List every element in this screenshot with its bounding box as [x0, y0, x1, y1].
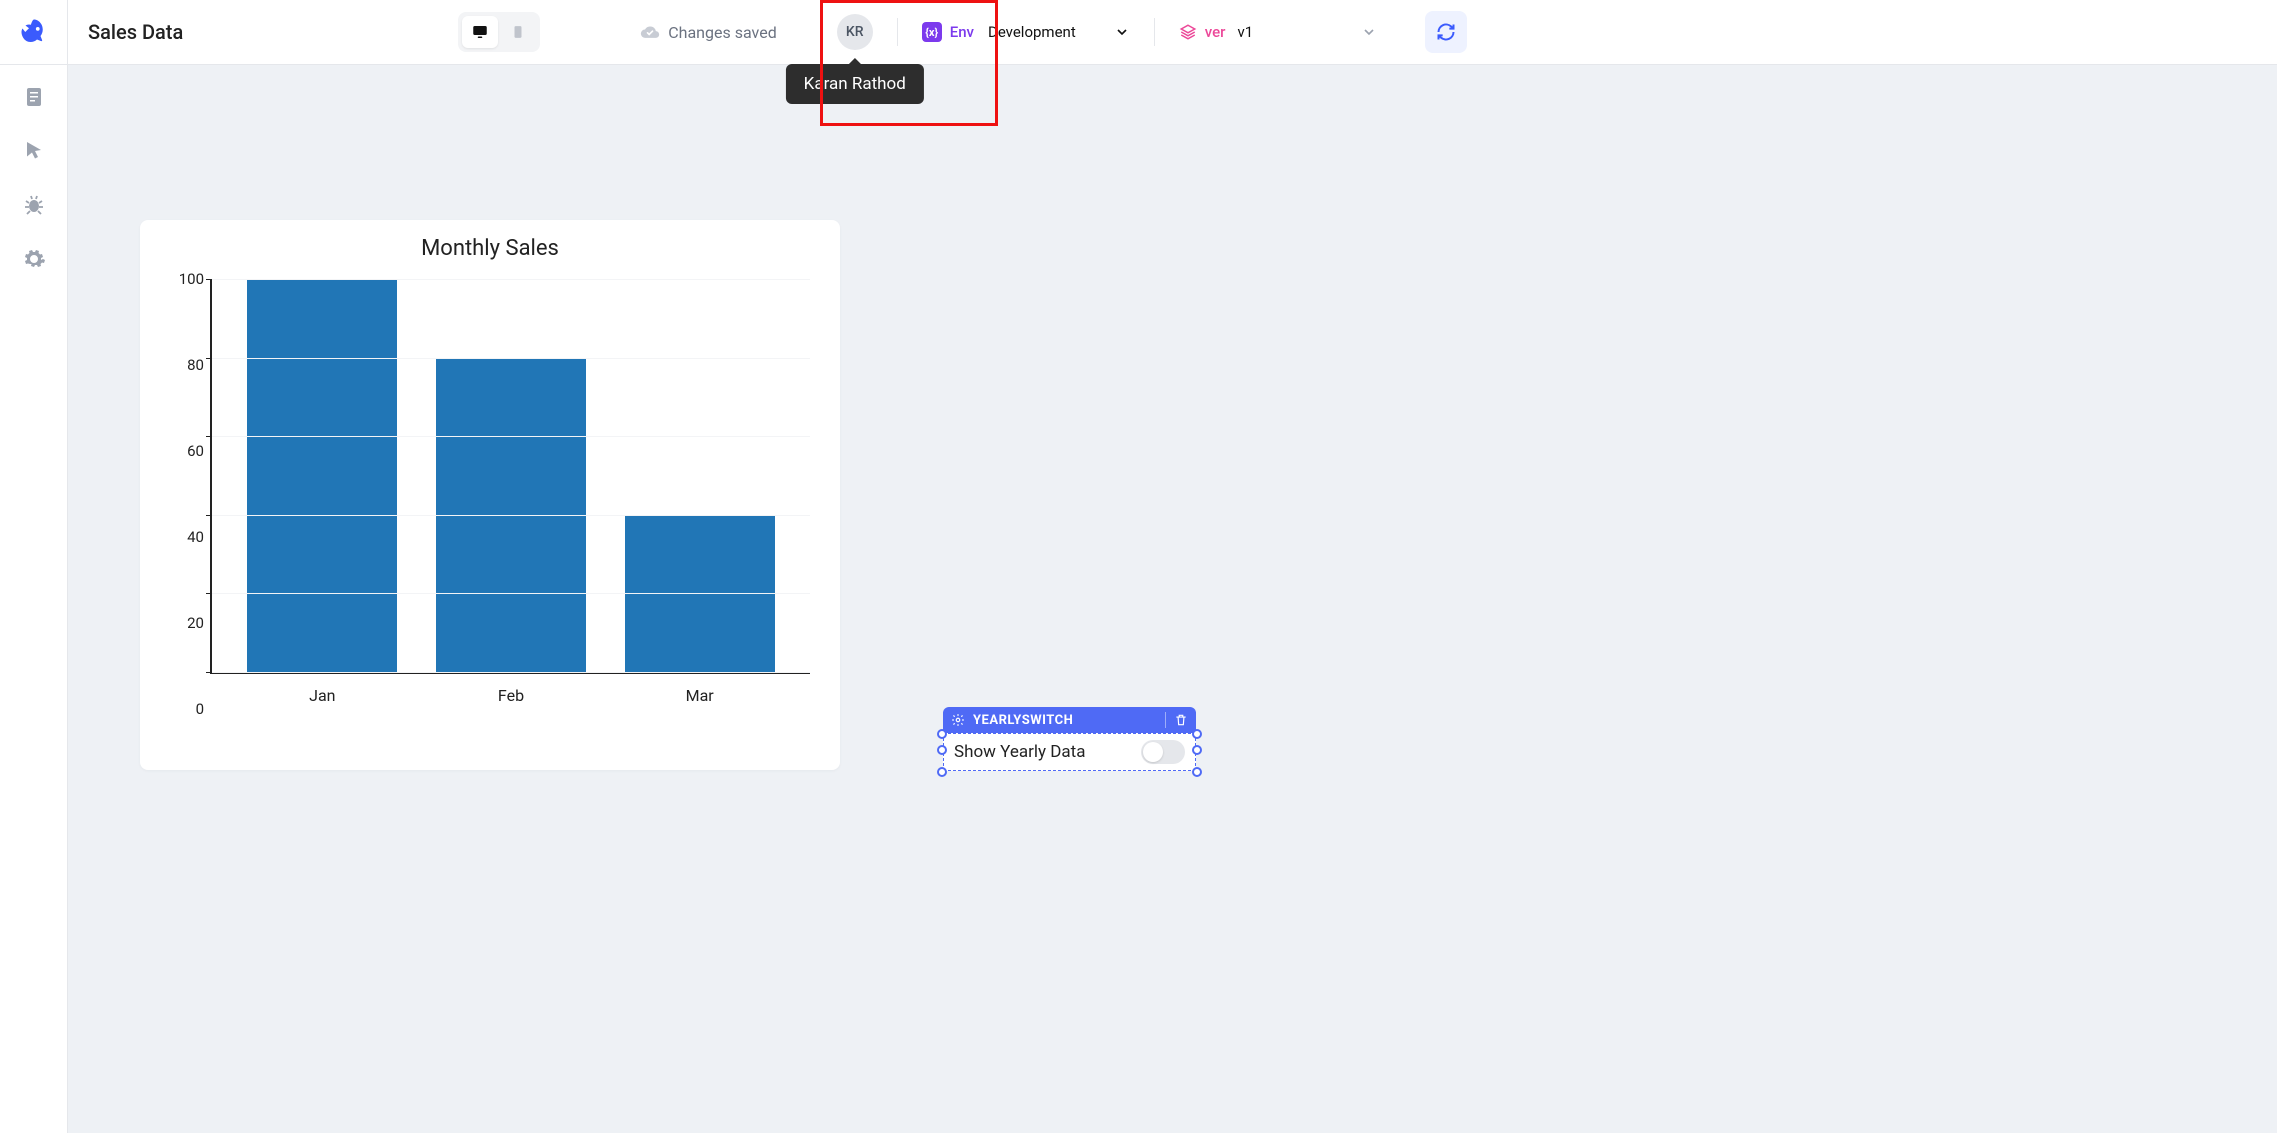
grid-line — [212, 358, 810, 359]
device-toggle — [458, 12, 540, 52]
resize-handle[interactable] — [937, 729, 947, 739]
grid-line — [212, 672, 810, 673]
y-tick-mark — [206, 279, 212, 280]
rocket-icon — [19, 17, 49, 47]
y-tick-label: 0 — [168, 700, 204, 718]
y-tick-mark — [206, 593, 212, 594]
refresh-button[interactable] — [1425, 11, 1467, 53]
cloud-check-icon — [640, 22, 660, 42]
sidebar — [0, 65, 68, 1133]
monitor-icon — [471, 23, 489, 41]
mobile-view-button[interactable] — [500, 16, 536, 48]
resize-handle[interactable] — [937, 745, 947, 755]
grid-line — [212, 279, 810, 280]
env-label: Env — [950, 23, 974, 41]
gear-icon — [951, 713, 965, 727]
avatar[interactable]: KR — [837, 14, 873, 50]
desktop-view-button[interactable] — [462, 16, 498, 48]
ver-value: v1 — [1237, 23, 1253, 41]
layers-icon — [1179, 23, 1197, 41]
y-tick-mark — [206, 436, 212, 437]
trash-icon[interactable] — [1174, 713, 1188, 727]
env-selector[interactable]: {x} Env Development — [922, 22, 1130, 42]
toggle-switch[interactable] — [1141, 740, 1185, 764]
x-tick-label: Jan — [247, 686, 397, 705]
widget-body: Show Yearly Data — [943, 733, 1196, 771]
bug-icon[interactable] — [22, 193, 46, 217]
env-badge-icon: {x} — [922, 22, 942, 42]
y-tick-label: 20 — [168, 614, 204, 632]
divider — [897, 18, 898, 46]
version-selector[interactable]: ver v1 — [1179, 23, 1377, 41]
cursor-icon[interactable] — [22, 139, 46, 163]
grid-line — [212, 436, 810, 437]
chevron-down-icon — [1361, 24, 1377, 40]
mobile-icon — [511, 23, 525, 41]
grid-line — [212, 515, 810, 516]
gear-icon[interactable] — [22, 247, 46, 271]
x-tick-label: Feb — [436, 686, 586, 705]
chart-area: JanFebMar 020406080100 — [210, 279, 810, 709]
y-tick-mark — [206, 515, 212, 516]
resize-handle[interactable] — [1192, 729, 1202, 739]
switch-widget-selected[interactable]: YEARLYSWITCH Show Yearly Data — [943, 707, 1196, 771]
switch-label: Show Yearly Data — [954, 742, 1085, 762]
divider — [1154, 18, 1155, 46]
save-status: Changes saved — [640, 22, 776, 42]
y-tick-label: 40 — [168, 528, 204, 546]
y-tick-label: 60 — [168, 442, 204, 460]
resize-handle[interactable] — [1192, 767, 1202, 777]
env-value: Development — [988, 23, 1076, 41]
resize-handle[interactable] — [937, 767, 947, 777]
y-tick-mark — [206, 358, 212, 359]
y-tick-label: 80 — [168, 356, 204, 374]
x-tick-label: Mar — [625, 686, 775, 705]
widget-header[interactable]: YEARLYSWITCH — [943, 707, 1196, 733]
chart-plot — [212, 279, 810, 672]
logo[interactable] — [0, 0, 68, 65]
page-icon[interactable] — [22, 85, 46, 109]
refresh-icon — [1436, 22, 1456, 42]
ver-label: ver — [1205, 23, 1226, 41]
canvas[interactable]: Monthly Sales Jan Feb Mar 0 20 40 60 80 100 YEA… — [68, 65, 2277, 1133]
widget-name: YEARLYSWITCH — [973, 713, 1073, 728]
app-title: Sales Data — [88, 20, 183, 44]
chart-title: Monthly Sales — [160, 236, 820, 261]
y-tick-label: 100 — [168, 270, 204, 288]
y-tick-mark — [206, 672, 212, 673]
header: Sales Data Changes saved KR Karan Rathod… — [68, 0, 2277, 65]
chart-card[interactable]: Monthly Sales Jan Feb Mar 0 20 40 60 80 100 — [140, 220, 840, 770]
avatar-container: KR Karan Rathod — [837, 14, 873, 50]
chevron-down-icon — [1114, 24, 1130, 40]
save-status-text: Changes saved — [668, 23, 776, 42]
grid-line — [212, 593, 810, 594]
bar — [247, 279, 397, 672]
resize-handle[interactable] — [1192, 745, 1202, 755]
